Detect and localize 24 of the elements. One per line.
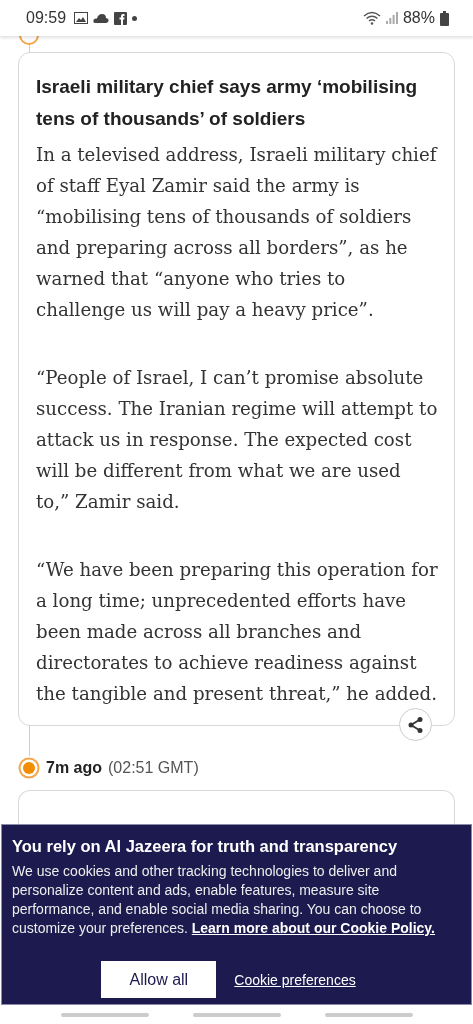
facebook-icon xyxy=(114,11,128,25)
post-age: 7m ago xyxy=(46,759,102,777)
update-headline: Israeli military chief says army ‘mobilising tens of thousands’ of soldiers xyxy=(36,75,419,131)
nav-handle[interactable] xyxy=(324,1012,413,1017)
share-button[interactable] xyxy=(399,708,432,741)
cloud-icon xyxy=(93,13,110,23)
picture-icon xyxy=(74,12,89,24)
battery-icon xyxy=(440,10,449,26)
paragraph: In a televised address, Israeli military chief of staff Eyal Zamir said the army is “mobilising tens of thousands of soldiers and preparing across all borders”, as he warned that “anyone who tries to challenge us will pay a heavy price”. xyxy=(36,143,438,322)
nav-handle[interactable] xyxy=(192,1012,281,1017)
cookie-preferences-link[interactable]: Cookie preferences xyxy=(234,971,356,988)
post-time: (02:51 GMT) xyxy=(108,759,199,777)
allow-all-button[interactable]: Allow all xyxy=(101,961,217,998)
wifi-icon xyxy=(362,11,381,25)
cookie-notice-text: We use cookies and other tracking technologies to deliver and personalize content and ads, enable features, measure site performance, and enable social media sharing. You can choose to customize your preferences. Learn more about our Cookie Policy. xyxy=(12,862,436,938)
nav-handle[interactable] xyxy=(60,1012,149,1017)
cookie-policy-link[interactable]: Learn more about our Cookie Policy. xyxy=(191,920,435,936)
banner-title: You rely on Al Jazeera for truth and transparency xyxy=(12,837,399,856)
dot-icon xyxy=(132,15,138,21)
paragraph: “We have been preparing this operation for a long time; unprecedented efforts have been made across all branches and directorates to achieve readiness against the tangible and present threat,” he added. xyxy=(36,558,438,706)
paragraph: “People of Israel, I can’t promise absolute success. The Iranian regime will attempt to attack us in response. The expected cost will be different from what we are used to,” Zamir said. xyxy=(36,366,438,514)
clock-time: 09:59 xyxy=(26,9,67,27)
battery-percentage: 88% xyxy=(402,9,435,27)
signal-icon xyxy=(385,12,398,24)
